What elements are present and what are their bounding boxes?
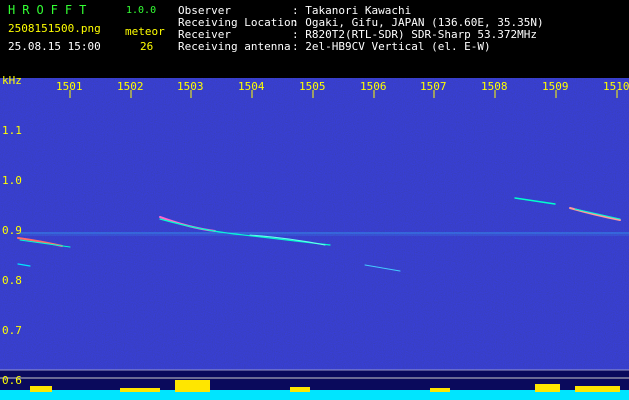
label-antenna: Receiving antenna [178, 40, 291, 53]
app-version: 1.0.0 [126, 5, 157, 16]
x-tick-label: 1509 [542, 80, 569, 93]
x-tick-label: 1502 [117, 80, 144, 93]
header-panel: HROFFT 1.0.0 2508151500.png meteor 25.08… [0, 0, 629, 78]
y-axis-unit: kHz [2, 74, 22, 87]
y-tick-label: 1.0 [2, 174, 22, 187]
meteor-count: 26 [140, 40, 154, 53]
y-tick-label: 1.1 [2, 124, 22, 137]
app-logo: HROFFT [8, 3, 94, 17]
x-tick-label: 1504 [238, 80, 265, 93]
y-tick-label: 0.8 [2, 274, 22, 287]
x-tick-label: 1510 [603, 80, 629, 93]
y-tick-label: 0.9 [2, 224, 22, 237]
y-tick-label: 0.6 [2, 374, 22, 387]
x-tick-label: 1503 [177, 80, 204, 93]
meteor-label: meteor [125, 25, 165, 38]
x-tick-label: 1507 [420, 80, 447, 93]
noise-texture [0, 78, 629, 370]
signal-strength-strip [0, 390, 629, 400]
value-antenna: : 2el-HB9CV Vertical (el. E-W) [292, 40, 491, 53]
file-name: 2508151500.png [8, 22, 101, 35]
spectrogram-plot [0, 78, 629, 400]
date-time: 25.08.15 15:00 [8, 40, 101, 53]
x-tick-label: 1506 [360, 80, 387, 93]
x-tick-label: 1508 [481, 80, 508, 93]
y-tick-label: 0.7 [2, 324, 22, 337]
x-tick-label: 1505 [299, 80, 326, 93]
x-tick-label: 1501 [56, 80, 83, 93]
